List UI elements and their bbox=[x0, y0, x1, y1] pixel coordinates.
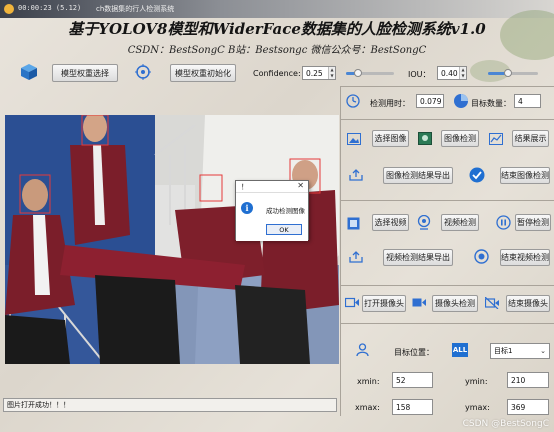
target-select[interactable]: 目标1 ⌄ bbox=[490, 343, 550, 359]
target-select-value: 目标1 bbox=[494, 347, 513, 355]
ymax-field[interactable]: 369 bbox=[507, 399, 549, 415]
status-message: 图片打开成功！！！ bbox=[7, 401, 70, 409]
window-title: ch数据集的行人检测系统 bbox=[96, 5, 175, 13]
end-video-detect-button[interactable]: 结束视频检测 bbox=[500, 249, 550, 266]
recording-timer: 00:00:23 (5.12) bbox=[18, 4, 82, 12]
dialog-message: 成功检测图像 bbox=[266, 207, 305, 215]
target-icon bbox=[135, 64, 151, 80]
camera-off-icon bbox=[485, 297, 500, 309]
person-icon bbox=[356, 343, 369, 357]
dialog-title: ！ bbox=[241, 183, 248, 191]
ymin-field[interactable]: 210 bbox=[507, 372, 549, 388]
photo-scan-icon bbox=[418, 132, 432, 145]
all-targets-badge: ALL bbox=[452, 343, 468, 357]
detect-camera-button[interactable]: 摄像头检测 bbox=[432, 295, 478, 312]
divider bbox=[340, 86, 554, 87]
ymax-label: ymax: bbox=[465, 403, 490, 412]
confidence-spinbox[interactable]: 0.25 ▲ ▼ bbox=[302, 66, 336, 80]
confidence-slider-handle[interactable] bbox=[354, 69, 362, 77]
time-label: 检测用时： bbox=[370, 99, 410, 108]
detect-video-button[interactable]: 视频检测 bbox=[441, 214, 479, 231]
xmax-field[interactable]: 158 bbox=[392, 399, 433, 415]
divider bbox=[340, 86, 341, 416]
ymin-label: ymin: bbox=[465, 377, 488, 386]
iou-slider-handle[interactable] bbox=[504, 69, 512, 77]
count-label: 目标数量： bbox=[471, 99, 511, 108]
clock-icon bbox=[346, 94, 360, 108]
xmin-label: xmin: bbox=[357, 377, 380, 386]
status-bar: 图片打开成功！！！ bbox=[3, 398, 337, 412]
close-icon[interactable]: ✕ bbox=[297, 181, 304, 190]
dialog-titlebar: ！ ✕ bbox=[236, 181, 308, 193]
chart-icon bbox=[489, 133, 503, 145]
divider bbox=[340, 285, 554, 286]
confidence-label: Confidence: bbox=[253, 69, 301, 78]
spin-arrows-icon[interactable]: ▲ ▼ bbox=[459, 67, 466, 79]
window-titlebar[interactable]: 00:00:23 (5.12) ch数据集的行人检测系统 bbox=[0, 0, 554, 18]
detect-image-button[interactable]: 图像检测 bbox=[441, 130, 479, 147]
end-image-detect-button[interactable]: 结束图像检测 bbox=[500, 167, 550, 184]
export-image-result-button[interactable]: 图像检测结果导出 bbox=[383, 167, 453, 184]
xmax-label: xmax: bbox=[355, 403, 380, 412]
select-image-button[interactable]: 选择图像 bbox=[372, 130, 409, 147]
open-camera-button[interactable]: 打开摄像头 bbox=[362, 295, 406, 312]
page-title: 基于YOLOV8模型和WiderFace数据集的人脸检测系统v1.0 bbox=[68, 20, 486, 38]
init-weights-button[interactable]: 模型权重初始化 bbox=[170, 64, 236, 82]
cube-icon bbox=[20, 63, 38, 81]
dialog-body: i 成功检测图像 OK bbox=[236, 193, 308, 241]
spin-arrows-icon[interactable]: ▲ ▼ bbox=[328, 67, 335, 79]
image-icon bbox=[347, 133, 361, 145]
iou-spinbox[interactable]: 0.40 ▲ ▼ bbox=[437, 66, 467, 80]
iou-value: 0.40 bbox=[441, 68, 458, 78]
export-video-result-button[interactable]: 视频检测结果导出 bbox=[383, 249, 453, 266]
page-subtitle: CSDN：BestSongC B站：Bestsongc 微信公众号：BestSo… bbox=[127, 45, 427, 56]
select-weights-button[interactable]: 模型权重选择 bbox=[52, 64, 118, 82]
time-value: 0.079 bbox=[416, 94, 444, 108]
chevron-down-icon: ⌄ bbox=[540, 347, 546, 355]
app-icon bbox=[4, 4, 14, 14]
divider bbox=[340, 200, 554, 201]
video-file-icon bbox=[347, 217, 360, 230]
message-dialog: ！ ✕ i 成功检测图像 OK bbox=[235, 180, 309, 241]
webcam-icon bbox=[417, 215, 431, 230]
camera-icon bbox=[345, 297, 360, 308]
show-result-button[interactable]: 结果展示 bbox=[512, 130, 549, 147]
stop-circle-icon bbox=[474, 249, 489, 264]
count-value: 4 bbox=[514, 94, 541, 108]
export-icon bbox=[349, 169, 363, 181]
watermark: CSDN @BestSongC bbox=[462, 419, 549, 429]
video-camera-icon bbox=[412, 297, 427, 308]
pause-icon bbox=[496, 215, 511, 230]
info-icon: i bbox=[241, 202, 253, 214]
divider bbox=[340, 323, 554, 324]
pause-detect-button[interactable]: 暂停检测 bbox=[515, 214, 551, 231]
divider bbox=[340, 119, 554, 120]
check-circle-icon bbox=[469, 167, 485, 183]
pie-icon bbox=[453, 93, 469, 109]
iou-label: IOU： bbox=[408, 70, 431, 79]
close-camera-button[interactable]: 结束摄像头 bbox=[506, 295, 550, 312]
target-position-label: 目标位置： bbox=[394, 348, 434, 357]
confidence-value: 0.25 bbox=[306, 68, 323, 78]
export-icon bbox=[349, 251, 363, 263]
xmin-field[interactable]: 52 bbox=[392, 372, 433, 388]
select-video-button[interactable]: 选择视频 bbox=[372, 214, 409, 231]
ok-button[interactable]: OK bbox=[266, 224, 302, 235]
